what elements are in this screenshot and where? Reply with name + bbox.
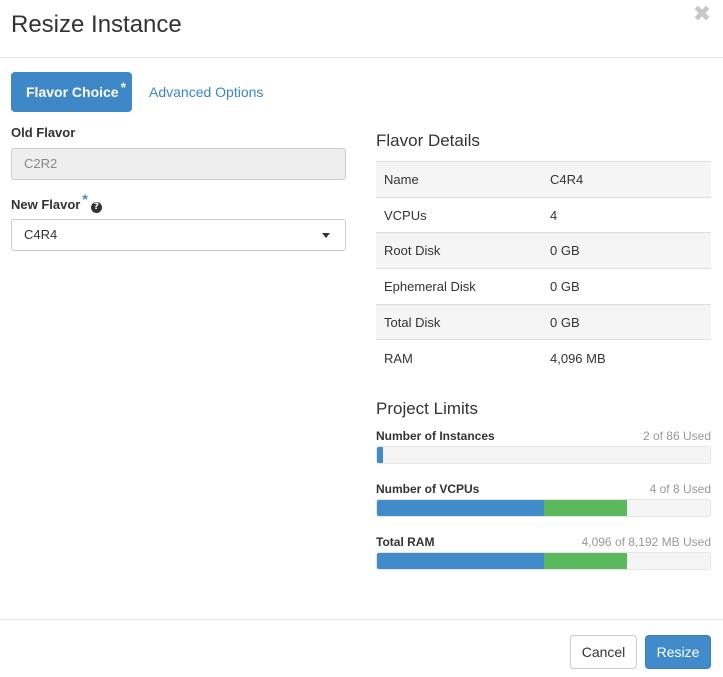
- flavor-details-table: Name C4R4 VCPUs 4 Root Disk 0 GB Ephemeral Dis…: [376, 161, 711, 376]
- details-row-value: 0 GB: [543, 268, 711, 305]
- details-row: Ephemeral Disk 0 GB: [376, 268, 711, 305]
- limit-current-usage: [377, 553, 544, 569]
- limit-used-text: 2 of 86 Used: [642, 429, 711, 443]
- caret-down-icon: [322, 233, 330, 238]
- question-circle-icon[interactable]: ?: [90, 202, 102, 213]
- details-row: Total Disk 0 GB: [376, 303, 711, 340]
- details-row-label: Ephemeral Disk: [376, 268, 543, 305]
- tab-advanced-options[interactable]: Advanced Options: [149, 72, 263, 112]
- limit-progress-bar: [376, 499, 711, 517]
- limit-current-usage: [377, 447, 383, 463]
- new-flavor-select[interactable]: C4R4: [11, 219, 346, 251]
- details-row-value: 0 GB: [543, 232, 711, 269]
- flavor-details-title: Flavor Details: [376, 131, 480, 150]
- details-row-label: Root Disk: [376, 232, 543, 269]
- new-flavor-label-text: New Flavor: [11, 197, 81, 212]
- limit-progress-bar: [376, 552, 711, 570]
- limit-item: Total RAM 4,096 of 8,192 MB Used: [376, 535, 711, 570]
- details-row-value: 0 GB: [543, 303, 711, 340]
- dialog-title: Resize Instance: [11, 11, 182, 38]
- details-row-value: 4,096 MB: [543, 339, 711, 376]
- dialog-header: Resize Instance ✖: [0, 0, 723, 58]
- resize-instance-dialog: Resize Instance ✖ Flavor Choice * Advance…: [0, 0, 723, 677]
- details-row: Root Disk 0 GB: [376, 232, 711, 269]
- tab-flavor-choice-label: Flavor Choice: [26, 84, 119, 100]
- details-row-value: C4R4: [543, 161, 711, 198]
- limit-current-usage: [377, 500, 544, 516]
- close-icon[interactable]: ✖: [691, 4, 713, 26]
- required-asterisk: *: [82, 191, 88, 207]
- limit-used-text: 4 of 8 Used: [649, 482, 711, 496]
- limit-used-text: 4,096 of 8,192 MB Used: [581, 535, 711, 549]
- dialog-footer: Cancel Resize: [0, 619, 723, 677]
- limit-item: Number of VCPUs 4 of 8 Used: [376, 482, 711, 517]
- cancel-button[interactable]: Cancel: [570, 635, 637, 669]
- details-row-label: Name: [376, 161, 543, 198]
- resize-button[interactable]: Resize: [645, 635, 711, 669]
- new-flavor-selected-value: C4R4: [24, 227, 58, 242]
- project-limits-title: Project Limits: [376, 399, 479, 418]
- required-asterisk: *: [120, 79, 127, 95]
- details-row: RAM 4,096 MB: [376, 339, 711, 376]
- details-row-label: RAM: [376, 339, 543, 376]
- new-flavor-label: New Flavor *?: [11, 191, 102, 213]
- old-flavor-field: C2R2: [11, 148, 346, 180]
- details-row-label: Total Disk: [376, 303, 543, 340]
- limit-added-usage: [544, 500, 627, 516]
- details-row-value: 4: [543, 196, 711, 233]
- details-row-label: VCPUs: [376, 196, 543, 233]
- details-row: VCPUs 4: [376, 196, 711, 233]
- limit-item: Number of Instances 2 of 86 Used: [376, 429, 711, 464]
- old-flavor-label: Old Flavor: [11, 125, 76, 140]
- limit-progress-bar: [376, 446, 711, 464]
- tab-flavor-choice[interactable]: Flavor Choice *: [11, 72, 132, 112]
- limit-added-usage: [544, 553, 627, 569]
- details-row: Name C4R4: [376, 161, 711, 198]
